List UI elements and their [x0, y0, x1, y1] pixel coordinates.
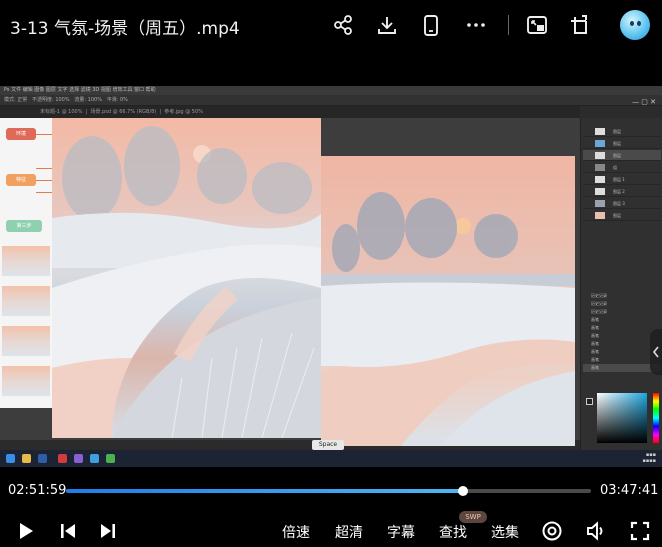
phone-icon[interactable]	[418, 12, 444, 38]
more-icon[interactable]	[463, 12, 489, 38]
avatar[interactable]	[620, 10, 650, 40]
app-icon	[106, 454, 115, 463]
total-time: 03:47:41	[600, 483, 659, 498]
danmaku-icon[interactable]	[540, 519, 564, 543]
search-button[interactable]: 查找	[439, 522, 467, 542]
mindmap-image-thumbnail	[2, 366, 50, 396]
mindmap-node: 第三步	[6, 220, 42, 232]
mindmap-link	[36, 180, 52, 181]
app-icon	[58, 454, 67, 463]
taskbar-clock: ▪▪▪ ▪▪▪▪	[642, 452, 656, 464]
progress-knob[interactable]	[458, 486, 469, 496]
progress-track[interactable]	[66, 486, 591, 496]
share-icon[interactable]	[330, 12, 356, 38]
layer-row: 组	[583, 162, 661, 173]
foreground-color-swatch	[586, 398, 593, 405]
painting-canvas[interactable]	[321, 156, 575, 446]
subtitle-button[interactable]: 字幕	[387, 522, 415, 542]
layer-name: 图层 1	[613, 177, 625, 182]
top-bar: 3-13 气氛-场景（周五）.mp4	[0, 0, 662, 50]
progress-fill	[66, 489, 464, 493]
layer-row: 图层	[583, 126, 661, 137]
keyboard-tooltip: Space	[312, 440, 344, 450]
mindmap-image-thumbnail	[2, 246, 50, 276]
layer-name: 图层	[613, 129, 621, 134]
layer-row: 图层	[583, 138, 661, 149]
layer-name: 图层 2	[613, 189, 625, 194]
ps-document-tabs: 未标题-1 @ 100% | 场景.psd @ 66.7% (RGB/8) | …	[0, 106, 580, 118]
rotate-screen-icon[interactable]	[567, 12, 593, 38]
picture-in-picture-icon[interactable]	[524, 12, 550, 38]
layer-thumbnail	[595, 200, 605, 207]
current-time: 02:51:59	[8, 483, 67, 498]
episodes-button[interactable]: 选集	[491, 522, 519, 542]
mindmap-image-thumbnail	[2, 326, 50, 356]
previous-icon[interactable]	[56, 519, 80, 543]
download-icon[interactable]	[374, 12, 400, 38]
side-panel-handle[interactable]	[650, 329, 662, 375]
ps-menu-bar: Ps 文件 编辑 图像 图层 文字 选择 滤镜 3D 视图 增效工具 窗口 帮助	[0, 86, 662, 95]
video-frame[interactable]: Ps 文件 编辑 图像 图层 文字 选择 滤镜 3D 视图 增效工具 窗口 帮助…	[0, 86, 662, 467]
reference-photo	[52, 118, 321, 438]
layer-name: 图层	[613, 153, 621, 158]
layer-row: 图层 1	[583, 174, 661, 185]
history-item: 画笔	[591, 325, 599, 330]
layer-thumbnail	[595, 188, 605, 195]
mindmap-panel: 环境 特征 第三步	[0, 118, 52, 408]
layer-name: 图层	[613, 141, 621, 146]
video-title: 3-13 气氛-场景（周五）.mp4	[10, 19, 240, 39]
app-icon	[74, 454, 83, 463]
play-icon[interactable]	[14, 519, 38, 543]
layer-thumbnail	[595, 212, 605, 219]
mindmap-link	[36, 168, 52, 169]
quality-button[interactable]: 超清	[335, 522, 363, 542]
ps-options-bar: 模式: 正常 不透明度: 100% 流量: 100% 平滑: 0%	[0, 95, 662, 106]
ps-window-controls: — ▢ ✕	[632, 98, 656, 106]
top-divider	[508, 15, 509, 35]
layer-row: 图层	[583, 210, 661, 221]
windows-taskbar: ▪▪▪ ▪▪▪▪	[0, 450, 662, 467]
hue-slider	[653, 393, 659, 443]
next-icon[interactable]	[96, 519, 120, 543]
color-picker-field	[597, 393, 647, 443]
layer-name: 组	[613, 165, 617, 170]
mindmap-link	[36, 192, 52, 193]
history-item: 历史记录	[591, 293, 607, 298]
history-item: 画笔	[591, 317, 599, 322]
layer-row: 图层	[583, 150, 661, 161]
history-item: 历史记录	[591, 309, 607, 314]
layer-thumbnail	[595, 140, 605, 147]
mindmap-image-thumbnail	[2, 286, 50, 316]
layer-thumbnail	[595, 176, 605, 183]
app-icon	[90, 454, 99, 463]
mindmap-link	[36, 134, 52, 135]
layer-thumbnail	[595, 128, 605, 135]
layer-thumbnail	[595, 164, 605, 171]
fullscreen-icon[interactable]	[628, 519, 652, 543]
history-item: 历史记录	[591, 301, 607, 306]
layer-row: 图层 3	[583, 198, 661, 209]
ps-layers-panel: 图层 图层 图层 组 图层 1 图层 2 图层 3 图层 历史记录 历史记录 历…	[580, 118, 662, 450]
mindmap-node: 环境	[6, 128, 36, 140]
layer-row: 图层 2	[583, 186, 661, 197]
mindmap-node: 特征	[6, 174, 36, 186]
start-icon	[6, 454, 15, 463]
layer-name: 图层	[613, 213, 621, 218]
layer-thumbnail	[595, 152, 605, 159]
layer-name: 图层 3	[613, 201, 625, 206]
speed-button[interactable]: 倍速	[282, 522, 310, 542]
volume-icon[interactable]	[584, 519, 608, 543]
photoshop-icon	[38, 454, 47, 463]
folder-icon	[22, 454, 31, 463]
